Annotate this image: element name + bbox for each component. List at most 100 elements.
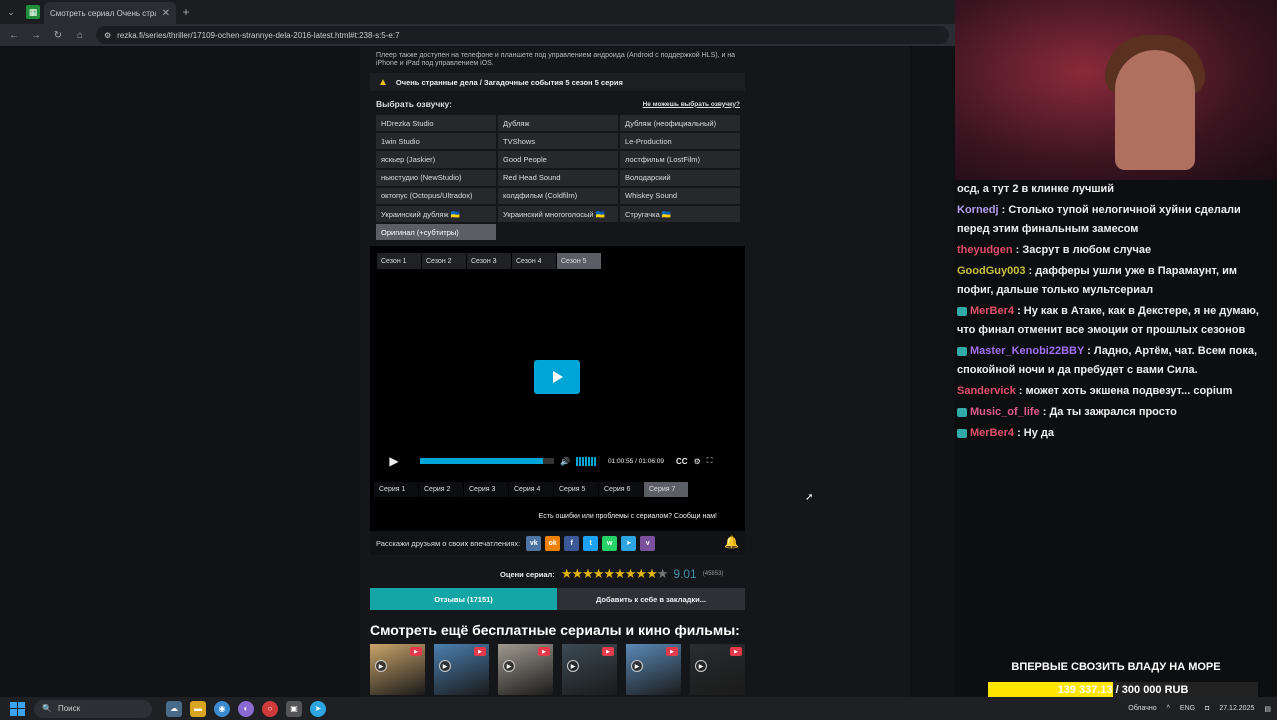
star-icon[interactable]: ★ bbox=[603, 566, 615, 582]
tray-chevron-icon[interactable]: ^ bbox=[1167, 705, 1170, 712]
season-tab[interactable]: Сезон 5 bbox=[557, 253, 601, 269]
voice-option[interactable]: Украинский многоголосый 🇺🇦 bbox=[498, 205, 618, 223]
chat-username[interactable]: GoodGuy003 bbox=[957, 265, 1025, 277]
voice-option[interactable]: Good People bbox=[498, 151, 618, 168]
telegram-taskbar-icon[interactable]: ➤ bbox=[310, 700, 326, 717]
chrome-icon[interactable]: ◉ bbox=[214, 700, 230, 717]
file-explorer-icon[interactable]: ▬ bbox=[190, 700, 206, 717]
chat-username[interactable]: Master_Kenobi22BBY bbox=[970, 345, 1084, 357]
episode-tab[interactable]: Серия 5 bbox=[554, 482, 598, 497]
fullscreen-icon[interactable]: ⛶ bbox=[707, 456, 713, 466]
trailer-icon[interactable]: ▶ bbox=[666, 647, 678, 656]
voice-option[interactable]: Украинский дубляж 🇺🇦 bbox=[376, 205, 496, 223]
voice-option[interactable]: 1win Studio bbox=[376, 133, 496, 150]
trailer-icon[interactable]: ▶ bbox=[474, 647, 486, 656]
voice-option[interactable]: Володарский bbox=[620, 169, 740, 186]
star-icon[interactable]: ★ bbox=[571, 566, 583, 582]
reviews-button[interactable]: Отзывы (17151) bbox=[370, 588, 557, 610]
voice-option[interactable]: Дубляж (неофициальный) bbox=[620, 115, 740, 132]
opera-icon[interactable]: ○ bbox=[262, 700, 278, 717]
settings-icon[interactable]: ⚙ bbox=[694, 457, 701, 466]
voice-option[interactable]: колдфильм (Coldfilm) bbox=[498, 187, 618, 204]
clock-date[interactable]: 27.12.2025 bbox=[1219, 705, 1254, 712]
trailer-icon[interactable]: ▶ bbox=[410, 647, 422, 656]
bookmark-button[interactable]: Добавить к себе в закладки... bbox=[557, 588, 745, 610]
recommendation-thumb[interactable]: ▶ ▶ bbox=[626, 644, 681, 695]
voice-option[interactable]: Le-Production bbox=[620, 133, 740, 150]
episode-tab[interactable]: Серия 3 bbox=[464, 482, 508, 497]
star-icon[interactable]: ★ bbox=[593, 566, 605, 582]
video-player[interactable]: Сезон 1 Сезон 2 Сезон 3 Сезон 4 Сезон 5 ▶ 🔊 … bbox=[370, 246, 745, 531]
site-info-icon[interactable]: ⚙ bbox=[104, 31, 111, 40]
voice-option[interactable]: лостфильм (LostFilm) bbox=[620, 151, 740, 168]
app-icon[interactable]: ▣ bbox=[286, 700, 302, 717]
voice-option[interactable]: Дубляж bbox=[498, 115, 618, 132]
trailer-icon[interactable]: ▶ bbox=[730, 647, 742, 656]
tab-search-icon[interactable]: ⌄ bbox=[0, 0, 22, 24]
big-play-button[interactable] bbox=[534, 360, 580, 394]
season-tab[interactable]: Сезон 4 bbox=[512, 253, 556, 269]
recommendation-thumb[interactable]: ▶ ▶ bbox=[434, 644, 489, 695]
twitter-icon[interactable]: t bbox=[583, 535, 599, 551]
language-indicator[interactable]: ENG bbox=[1180, 705, 1195, 712]
chat-username[interactable]: MerBer4 bbox=[970, 427, 1014, 439]
star-icon[interactable]: ★ bbox=[582, 566, 594, 582]
voice-option[interactable]: Whiskey Sound bbox=[620, 187, 740, 204]
subtitles-button[interactable]: CC bbox=[676, 457, 688, 466]
episode-tab[interactable]: Серия 1 bbox=[374, 482, 418, 497]
star-icon[interactable]: ★ bbox=[646, 566, 658, 582]
new-tab-button[interactable]: + bbox=[176, 5, 196, 19]
volume-slider[interactable] bbox=[575, 456, 596, 466]
voice-option[interactable]: Стругачка 🇺🇦 bbox=[620, 205, 740, 223]
error-report-link[interactable]: Есть ошибки или проблемы с сериалом? Соо… bbox=[539, 513, 717, 520]
episode-tab[interactable]: Серия 2 bbox=[419, 482, 463, 497]
voice-option[interactable]: Red Head Sound bbox=[498, 169, 618, 186]
trailer-icon[interactable]: ▶ bbox=[602, 647, 614, 656]
home-icon[interactable]: ⌂ bbox=[74, 30, 86, 41]
voice-option[interactable]: Оригинал (+субтитры) bbox=[376, 224, 496, 241]
close-icon[interactable]: ✕ bbox=[162, 8, 170, 19]
voice-option[interactable]: яскьер (Jaskier) bbox=[376, 151, 496, 168]
episode-tab[interactable]: Серия 7 bbox=[644, 482, 688, 497]
url-field[interactable]: ⚙ rezka.fi/series/thriller/17109-ochen-s… bbox=[96, 26, 949, 44]
voice-help-link[interactable]: Не можешь выбрать озвучку? bbox=[643, 101, 740, 108]
voice-option[interactable]: TVShows bbox=[498, 133, 618, 150]
star-icon[interactable]: ★ bbox=[635, 566, 647, 582]
star-icon[interactable]: ★ bbox=[625, 566, 637, 582]
reload-icon[interactable]: ↻ bbox=[52, 30, 64, 41]
volume-icon[interactable]: 🔊 bbox=[560, 457, 570, 466]
episode-tab[interactable]: Серия 6 bbox=[599, 482, 643, 497]
progress-bar[interactable] bbox=[420, 458, 554, 464]
tab-active[interactable]: Смотреть сериал Очень стра... ✕ bbox=[44, 2, 176, 24]
season-tab[interactable]: Сезон 2 bbox=[422, 253, 466, 269]
facebook-icon[interactable]: f bbox=[564, 535, 580, 551]
voice-option[interactable]: HDrezka Studio bbox=[376, 115, 496, 132]
trailer-icon[interactable]: ▶ bbox=[538, 647, 550, 656]
season-tab[interactable]: Сезон 3 bbox=[467, 253, 511, 269]
recommendation-thumb[interactable]: ▶ ▶ bbox=[690, 644, 745, 695]
recommendation-thumb[interactable]: ▶ ▶ bbox=[562, 644, 617, 695]
whatsapp-icon[interactable]: w bbox=[602, 535, 618, 551]
voice-option[interactable]: октопус (Octopus/Ultradox) bbox=[376, 187, 496, 204]
windows-start-icon[interactable] bbox=[10, 701, 26, 716]
vk-icon[interactable]: vk bbox=[526, 535, 542, 551]
chat-username[interactable]: theyudgen bbox=[957, 244, 1013, 256]
rating-stars[interactable]: ★ ★ ★ ★ ★ ★ ★ ★ ★ ★ bbox=[561, 566, 669, 582]
notifications-icon[interactable]: ▤ bbox=[1264, 705, 1271, 713]
back-icon[interactable]: ← bbox=[8, 30, 20, 41]
chat-username[interactable]: MerBer4 bbox=[970, 305, 1014, 317]
viber-icon[interactable]: v bbox=[640, 535, 656, 551]
episode-tab[interactable]: Серия 4 bbox=[509, 482, 553, 497]
star-icon[interactable]: ★ bbox=[561, 566, 573, 582]
recommendation-thumb[interactable]: ▶ ▶ bbox=[498, 644, 553, 695]
chat-username[interactable]: Kornedj bbox=[957, 204, 999, 216]
chat-username[interactable]: Music_of_life bbox=[970, 406, 1040, 418]
taskbar-search[interactable]: 🔍 Поиск bbox=[34, 699, 152, 718]
play-pause-icon[interactable]: ▶ bbox=[384, 454, 404, 468]
sheets-favicon-icon[interactable]: ▦ bbox=[26, 5, 40, 19]
ok-icon[interactable]: ok bbox=[545, 535, 561, 551]
bell-icon[interactable]: 🔔 bbox=[724, 535, 739, 549]
star-icon[interactable]: ★ bbox=[657, 566, 669, 582]
star-icon[interactable]: ★ bbox=[614, 566, 626, 582]
widgets-icon[interactable]: ☁ bbox=[166, 700, 182, 717]
